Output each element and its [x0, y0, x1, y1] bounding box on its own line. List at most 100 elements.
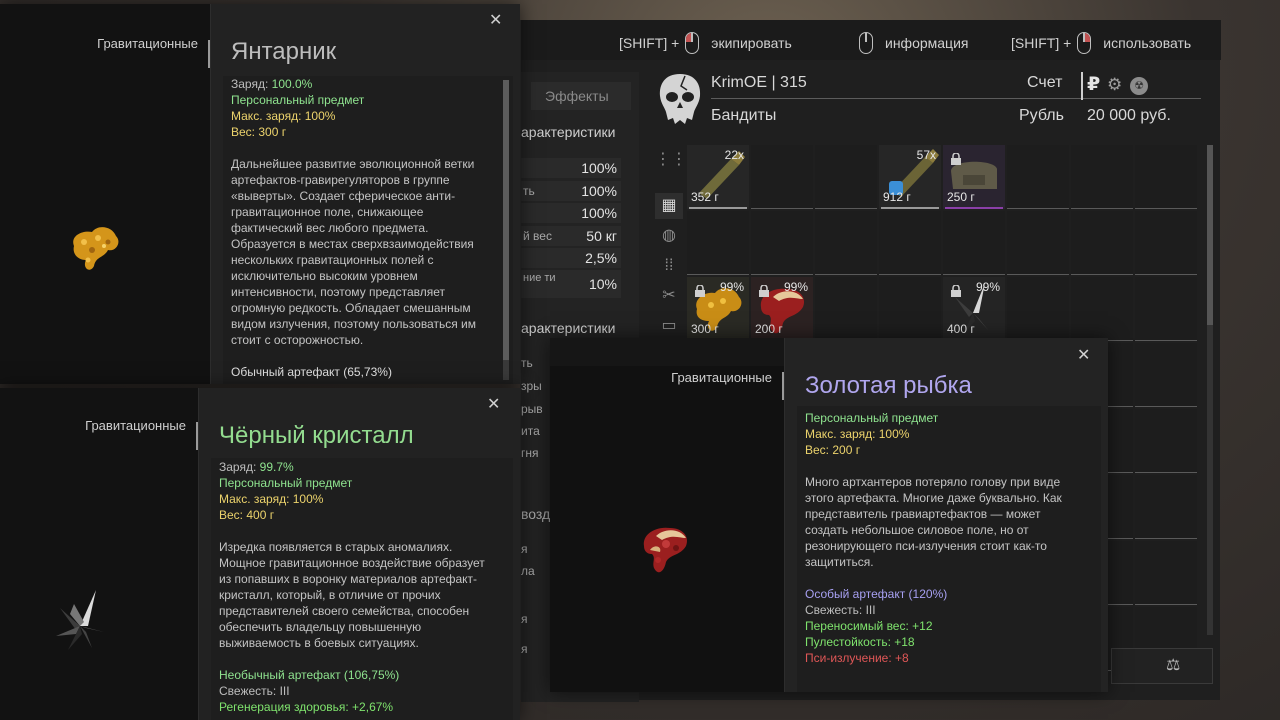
inventory-scrollbar[interactable]	[1207, 145, 1213, 635]
inventory-slot[interactable]	[943, 211, 1005, 275]
artifact-info: ✕ Золотая рыбка Персональный предмет Мак…	[784, 338, 1108, 692]
close-icon[interactable]: ✕	[487, 394, 500, 414]
crystal-artifact-image	[56, 590, 104, 650]
inventory-item[interactable]: 99% 200 г	[751, 277, 813, 341]
hint-info: информация	[859, 32, 968, 54]
divider	[1087, 98, 1201, 99]
stat-value: 100%	[581, 183, 617, 199]
inventory-item[interactable]: 57x 912 г	[879, 145, 941, 209]
stat-row: 100%	[521, 203, 621, 223]
max-charge: Макс. заряд: 100%	[231, 109, 336, 123]
stat-fragment: я	[521, 612, 528, 626]
rarity-text: Особый артефакт (120%)	[805, 587, 948, 601]
inventory-slot[interactable]	[1135, 475, 1197, 539]
artifact-category: Гравитационные	[671, 370, 772, 385]
personal-item: Персональный предмет	[805, 411, 939, 425]
container-filter-icon[interactable]: ▭	[655, 313, 683, 339]
close-icon[interactable]: ✕	[489, 10, 502, 30]
stat-psi-radiation: Пси-излучение: +8	[805, 651, 909, 665]
artifact-category: Гравитационные	[97, 36, 198, 51]
rarity-text: Обычный артефакт (65,73%)	[231, 365, 392, 379]
inventory-slot[interactable]	[1135, 409, 1197, 473]
mouse-right-icon	[1077, 32, 1092, 54]
stat-fragment: я	[521, 542, 528, 556]
scroll-thumb[interactable]	[503, 80, 509, 360]
stat-fragment: ть	[521, 356, 533, 370]
inventory-slot[interactable]	[751, 145, 813, 209]
player-faction: Бандиты	[711, 107, 777, 124]
list-view-icon[interactable]: ⋮⋮	[655, 147, 687, 173]
inventory-item[interactable]: 99% 400 г	[943, 277, 1005, 341]
weight-icon: ⚖	[1166, 657, 1181, 674]
lock-icon	[951, 152, 961, 165]
inventory-slot[interactable]	[751, 211, 813, 275]
hint-shift: [SHIFT] +	[1011, 35, 1072, 51]
inventory-slot[interactable]	[815, 277, 877, 341]
account-label: Счет	[1027, 74, 1063, 91]
artifact-filter-icon[interactable]: ◍	[655, 223, 683, 249]
stat-label: й вес	[523, 229, 552, 243]
stat-fragment: ита	[521, 424, 540, 438]
inventory-slot[interactable]	[1007, 211, 1069, 275]
skull-icon	[659, 74, 701, 124]
inventory-slot[interactable]	[1135, 211, 1197, 275]
grid-view-icon[interactable]: ▦	[655, 193, 683, 219]
item-weight: 300 г	[691, 322, 719, 336]
inventory-item[interactable]: 22x 352 г	[687, 145, 749, 209]
item-underline	[881, 207, 939, 209]
stat-label: ть	[523, 184, 535, 198]
item-weight: Вес: 200 г	[805, 443, 861, 457]
stat-row: й вес 50 кг	[521, 226, 621, 246]
inventory-slot[interactable]	[687, 211, 749, 275]
scroll-thumb[interactable]	[1207, 145, 1213, 325]
artifact-preview: Гравитационные	[0, 4, 210, 384]
item-underline	[689, 207, 747, 209]
freshness-text: Свежесть: III	[219, 684, 290, 698]
inventory-slot[interactable]	[815, 145, 877, 209]
stat-row: ть 100%	[521, 181, 621, 201]
gear-icon[interactable]: ⚙	[1107, 75, 1122, 95]
ammo-filter-icon[interactable]: ⁞⁞	[655, 253, 683, 279]
popup-scrollbar[interactable]	[503, 80, 509, 380]
stat-label: ние ти	[523, 272, 556, 284]
stat-health-regen: Регенерация здоровья: +2,67%	[219, 700, 394, 714]
inventory-item[interactable]: 99% 300 г	[687, 277, 749, 341]
inventory-slot[interactable]	[1007, 145, 1069, 209]
tab-effects[interactable]: Эффекты	[531, 82, 631, 110]
hint-shift: [SHIFT] +	[619, 35, 680, 51]
inventory-slot[interactable]	[1071, 211, 1133, 275]
artifact-rarity: Обычный артефакт (65,73%)	[231, 364, 392, 380]
inventory-slot[interactable]	[1007, 277, 1069, 341]
stat-bullet-resistance: Пулестойкость: +18	[805, 635, 915, 649]
inventory-slot[interactable]	[879, 277, 941, 341]
item-quantity: 22x	[724, 148, 744, 162]
item-weight: 200 г	[755, 322, 783, 336]
inventory-slot[interactable]	[1071, 145, 1133, 209]
artifact-props: Персональный предмет Макс. заряд: 100% В…	[805, 410, 938, 458]
inventory-slot[interactable]	[815, 211, 877, 275]
divider	[1081, 72, 1083, 100]
hint-label: информация	[885, 35, 969, 51]
inventory-slot[interactable]	[1135, 145, 1197, 209]
artifact-description: Изредка появляется в старых аномалиях. М…	[219, 540, 485, 650]
tools-filter-icon[interactable]: ✂	[655, 283, 683, 309]
inventory-item[interactable]: 250 г	[943, 145, 1005, 209]
inventory-slot[interactable]	[1071, 277, 1133, 341]
amber-artifact-image	[73, 227, 119, 270]
item-weight: 400 г	[947, 322, 975, 336]
item-quantity: 99%	[783, 280, 808, 294]
artifact-title: Янтарник	[231, 38, 337, 65]
radiation-icon[interactable]: ☢	[1130, 77, 1148, 95]
stat-value: 50 кг	[586, 228, 617, 244]
item-weight: Вес: 300 г	[231, 125, 287, 139]
stat-value: 100%	[581, 205, 617, 221]
charge-label: Заряд:	[231, 77, 269, 91]
inventory-slot[interactable]	[879, 211, 941, 275]
ruble-icon[interactable]: ₽	[1087, 73, 1100, 96]
inventory-slot[interactable]	[1135, 277, 1197, 341]
player-name: KrimOE | 315	[711, 74, 807, 91]
inventory-slot[interactable]	[1135, 343, 1197, 407]
close-icon[interactable]: ✕	[1077, 345, 1090, 365]
inventory-slot[interactable]	[1135, 541, 1197, 605]
hint-label: экипировать	[711, 35, 792, 51]
